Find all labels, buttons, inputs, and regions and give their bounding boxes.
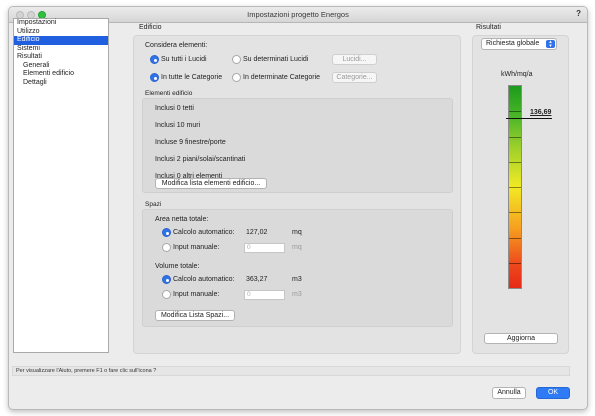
chevron-updown-icon: ▴ ▾: [546, 40, 555, 49]
ok-button[interactable]: OK: [536, 387, 570, 399]
elementi-item: Inclusi 2 piani/solai/scantinati: [155, 156, 246, 163]
energy-scale-bar: [508, 85, 522, 289]
area-netta-label: Area netta totale:: [155, 216, 209, 223]
volume-manuale-unit: m3: [292, 291, 302, 298]
volume-totale-label: Volume totale:: [155, 263, 200, 270]
help-status-bar: Per visualizzare l'Aiuto, premere F1 o f…: [12, 366, 570, 376]
radio-tutte-categorie-label[interactable]: In tutte le Categorie: [161, 74, 222, 81]
radio-volume-automatico[interactable]: [162, 275, 171, 284]
aggiorna-button[interactable]: Aggiorna: [484, 333, 558, 344]
sidebar-item-impostazioni[interactable]: Impostazioni: [14, 19, 108, 28]
radio-area-automatico[interactable]: [162, 228, 171, 237]
radio-tutte-categorie[interactable]: [150, 73, 159, 82]
radio-determinate-categorie[interactable]: [232, 73, 241, 82]
area-automatico-label[interactable]: Calcolo automatico:: [173, 229, 234, 236]
value-marker-label: 136,69: [530, 108, 552, 116]
lucidi-button[interactable]: Lucidi...: [332, 54, 377, 65]
scale-tick: [509, 212, 521, 214]
value-marker-line: [506, 117, 552, 119]
volume-automatico-value: 363,27: [246, 276, 268, 283]
risultati-section-title: Risultati: [476, 24, 501, 31]
risultati-dropdown[interactable]: Richiesta globale ▴ ▾: [481, 38, 557, 50]
edificio-section-title: Edificio: [139, 24, 162, 31]
radio-area-manuale[interactable]: [162, 243, 171, 252]
elementi-item: Inclusi 10 muri: [155, 122, 201, 129]
radio-determinati-lucidi[interactable]: [232, 55, 241, 64]
sidebar-item-elementi-edificio[interactable]: Elementi edificio: [14, 70, 108, 79]
radio-determinate-categorie-label[interactable]: In determinate Categorie: [243, 74, 320, 81]
area-manuale-unit: mq: [292, 244, 302, 251]
area-unit: mq: [292, 229, 302, 236]
sidebar-item-utilizzo[interactable]: Utilizzo: [14, 28, 108, 37]
area-manuale-label[interactable]: Input manuale:: [173, 244, 219, 251]
scale-tick: [509, 161, 521, 163]
area-manuale-input[interactable]: 0: [244, 243, 285, 253]
cancel-button[interactable]: Annulla: [492, 387, 526, 399]
modifica-elementi-button[interactable]: Modifica lista elementi edificio...: [155, 178, 267, 189]
risultati-dropdown-value: Richiesta globale: [486, 40, 540, 47]
volume-manuale-input[interactable]: 0: [244, 290, 285, 300]
radio-tutti-lucidi-label[interactable]: Su tutti i Lucidi: [161, 56, 207, 63]
volume-manuale-label[interactable]: Input manuale:: [173, 291, 219, 298]
sidebar-item-risultati[interactable]: Risultati: [14, 53, 108, 62]
spazi-title: Spazi: [145, 201, 162, 208]
sidebar-item-edificio[interactable]: Edificio: [14, 36, 108, 45]
elementi-item: Incluse 9 finestre/porte: [155, 139, 226, 146]
volume-automatico-label[interactable]: Calcolo automatico:: [173, 276, 234, 283]
radio-volume-manuale[interactable]: [162, 290, 171, 299]
unit-label: kWh/mq/a: [501, 71, 533, 78]
scale-tick: [509, 187, 521, 188]
considera-elementi-label: Considera elementi:: [145, 42, 208, 49]
sidebar-tree[interactable]: Impostazioni Utilizzo Edificio Sistemi Risul…: [13, 18, 109, 353]
categorie-button[interactable]: Categorie...: [332, 72, 377, 83]
radio-determinati-lucidi-label[interactable]: Su determinati Lucidi: [243, 56, 308, 63]
help-icon[interactable]: ?: [576, 9, 581, 18]
elementi-edificio-title: Elementi edificio: [145, 90, 193, 97]
elementi-item: Inclusi 0 tetti: [155, 105, 194, 112]
sidebar-item-generali[interactable]: Generali: [14, 62, 108, 71]
area-automatico-value: 127,02: [246, 229, 268, 236]
sidebar-item-sistemi[interactable]: Sistemi: [14, 45, 108, 54]
scale-tick: [509, 262, 521, 264]
scale-tick: [509, 136, 521, 138]
scale-tick: [509, 111, 521, 113]
radio-tutti-lucidi[interactable]: [150, 55, 159, 64]
volume-unit: m3: [292, 276, 302, 283]
modifica-spazi-button[interactable]: Modifica Lista Spazi...: [155, 310, 235, 321]
scale-tick: [509, 237, 521, 239]
sidebar-item-dettagli[interactable]: Dettagli: [14, 79, 108, 88]
